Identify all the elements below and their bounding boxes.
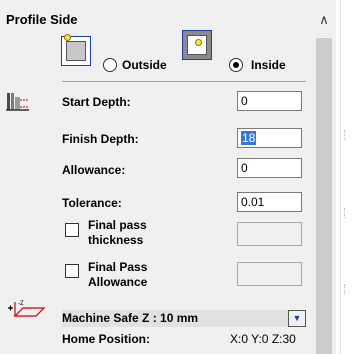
tolerance-value: 0.01	[241, 195, 265, 209]
dropdown-arrow-icon[interactable]: ▼	[288, 310, 306, 327]
profile-outside-icon[interactable]	[61, 34, 91, 66]
cut-depth-icon	[6, 93, 29, 111]
machine-safe-z-text: Machine Safe Z : 10 mm	[62, 311, 199, 325]
final-pass-allowance-input[interactable]	[237, 262, 302, 286]
start-depth-input[interactable]: 0	[237, 91, 302, 111]
radio-inside[interactable]	[229, 58, 243, 72]
finish-depth-value: 18	[241, 131, 257, 145]
profile-settings-panel: Profile Side Outside Inside Start Depth:…	[0, 0, 336, 354]
section-title: Profile Side	[6, 12, 78, 27]
radio-outside[interactable]	[103, 58, 117, 72]
chevron-up-icon[interactable]: ∧	[316, 10, 332, 30]
vertical-scrollbar[interactable]: ∧	[312, 0, 336, 354]
start-depth-label: Start Depth:	[62, 95, 131, 109]
home-position-value: X:0 Y:0 Z:30	[230, 332, 296, 346]
tolerance-input[interactable]: 0.01	[237, 192, 302, 212]
allowance-label: Allowance:	[62, 163, 126, 177]
allowance-value: 0	[241, 161, 248, 175]
final-pass-allowance-checkbox[interactable]	[65, 264, 79, 278]
finish-depth-label: Finish Depth:	[62, 132, 139, 146]
home-position-label: Home Position:	[62, 332, 151, 346]
svg-text:-Z: -Z	[18, 301, 24, 307]
final-pass-thickness-input[interactable]	[237, 222, 302, 246]
radio-outside-label[interactable]: Outside	[122, 58, 167, 72]
divider	[62, 81, 306, 82]
final-pass-allowance-label[interactable]: Final Pass Allowance	[88, 260, 147, 290]
profile-inside-icon[interactable]	[182, 30, 212, 60]
right-edge-strip	[336, 0, 353, 354]
final-pass-thickness-checkbox[interactable]	[65, 223, 79, 237]
tolerance-label: Tolerance:	[62, 196, 122, 210]
scrollbar-thumb[interactable]	[316, 38, 332, 354]
final-pass-thickness-label[interactable]: Final pass thickness	[88, 218, 147, 248]
start-depth-value: 0	[241, 94, 248, 108]
allowance-input[interactable]: 0	[237, 158, 302, 178]
radio-inside-label[interactable]: Inside	[251, 58, 286, 72]
finish-depth-input[interactable]: 18	[237, 128, 302, 148]
safe-z-icon: -Z	[8, 301, 46, 317]
machine-safe-z-dropdown[interactable]: Machine Safe Z : 10 mm ▼	[62, 310, 306, 327]
